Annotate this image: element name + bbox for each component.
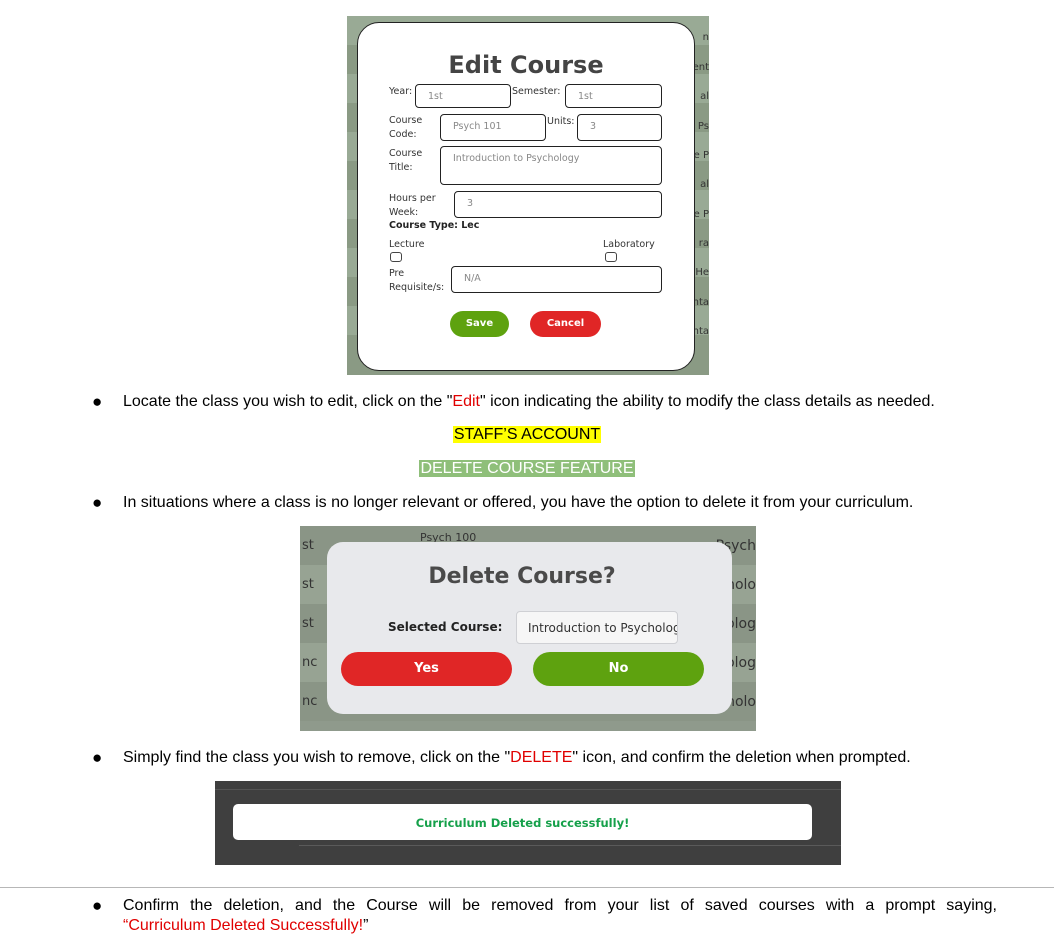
save-button[interactable]: Save [450, 311, 509, 337]
selected-course-field[interactable]: Introduction to Psycholog [516, 611, 678, 644]
delete-course-modal: Delete Course? Selected Course: Introduc… [327, 542, 732, 714]
bg-cell-text: e P [693, 209, 709, 220]
edit-course-modal: Edit Course Year: 1st Semester: 1st Cour… [357, 22, 695, 371]
course-code-label: Course [389, 115, 423, 126]
staff-account-heading: STAFF’S ACCOUNT [452, 426, 602, 443]
edit-instruction: Locate the class you wish to edit, click… [123, 393, 935, 410]
bg-cell-text: He [695, 267, 709, 278]
hours-label: Hours per [389, 193, 436, 204]
bg-cell-text: Ps [697, 121, 709, 132]
success-toast: Curriculum Deleted successfully! [233, 804, 812, 840]
staff-heading-row: STAFF’S ACCOUNT [0, 425, 1054, 445]
delete-keyword: DELETE [510, 749, 573, 766]
page-divider [0, 887, 1054, 888]
bg-cell-text: st [302, 616, 314, 631]
delete-course-heading: DELETE COURSE FEATURE [419, 460, 635, 477]
year-field[interactable]: 1st [415, 84, 511, 108]
bullet-icon: ● [92, 748, 103, 767]
edit-course-screenshot: n ent al Ps e P al e P ra He nta nta Edi… [347, 16, 709, 375]
prereq-field[interactable]: N/A [451, 266, 662, 293]
laboratory-checkbox[interactable] [605, 252, 617, 262]
course-title-label: Course [389, 148, 423, 159]
laboratory-label: Laboratory [603, 239, 655, 250]
cancel-button[interactable]: Cancel [530, 311, 601, 337]
year-label: Year: [389, 86, 413, 97]
divider [299, 845, 841, 846]
delete-heading-row: DELETE COURSE FEATURE [0, 459, 1054, 479]
lecture-label: Lecture [389, 239, 425, 250]
bullet-icon: ● [92, 392, 103, 411]
bullet-icon: ● [92, 896, 103, 915]
bg-cell-text: ra [698, 238, 709, 249]
bg-cell-text: e P [693, 150, 709, 161]
yes-button[interactable]: Yes [341, 652, 512, 686]
semester-label: Semester: [512, 86, 561, 97]
bg-cell-text: al [700, 91, 709, 102]
delete-instruction: Simply find the class you wish to remove… [123, 749, 911, 766]
delete-intro-text: In situations where a class is no longer… [123, 494, 914, 511]
lecture-checkbox[interactable] [390, 252, 402, 262]
units-label: Units: [547, 116, 575, 127]
confirm-instruction-line1: Confirm the deletion, and the Course wil… [123, 897, 997, 914]
course-title-label: Title: [389, 162, 413, 173]
no-button[interactable]: No [533, 652, 704, 686]
bg-cell-text: al [700, 179, 709, 190]
confirm-instruction-line2: “Curriculum Deleted Successfully!” [123, 917, 369, 934]
course-code-field[interactable]: Psych 101 [440, 114, 546, 141]
toast-screenshot: Curriculum Deleted successfully! [215, 781, 841, 865]
hours-field[interactable]: 3 [454, 191, 662, 218]
course-code-label: Code: [389, 129, 417, 140]
bg-cell-text: nta [692, 326, 709, 337]
course-type-text: Course Type: Lec [389, 220, 480, 231]
bullet-icon: ● [92, 493, 103, 512]
bg-cell-text: ent [692, 62, 709, 73]
modal-title: Edit Course [448, 51, 604, 79]
bg-cell-text: n [702, 32, 709, 43]
edit-keyword: Edit [452, 393, 480, 410]
prereq-label: Pre [389, 268, 405, 279]
bg-cell-text: st [302, 538, 314, 553]
modal-title: Delete Course? [428, 564, 616, 589]
course-title-field[interactable]: Introduction to Psychology [440, 146, 662, 185]
selected-course-label: Selected Course: [388, 620, 503, 634]
bg-cell-text: nc [302, 694, 318, 709]
divider [215, 789, 841, 790]
prereq-label: Requisite/s: [389, 282, 445, 293]
success-message-quote: Curriculum Deleted Successfully! [128, 917, 364, 934]
semester-field[interactable]: 1st [565, 84, 662, 108]
hours-label: Week: [389, 207, 419, 218]
units-field[interactable]: 3 [577, 114, 662, 141]
bg-cell-text: nta [692, 297, 709, 308]
bg-cell-text: st [302, 577, 314, 592]
bg-cell-text: nc [302, 655, 318, 670]
delete-course-screenshot: st st st nc nc Psych holo olog olog holo… [300, 526, 756, 731]
